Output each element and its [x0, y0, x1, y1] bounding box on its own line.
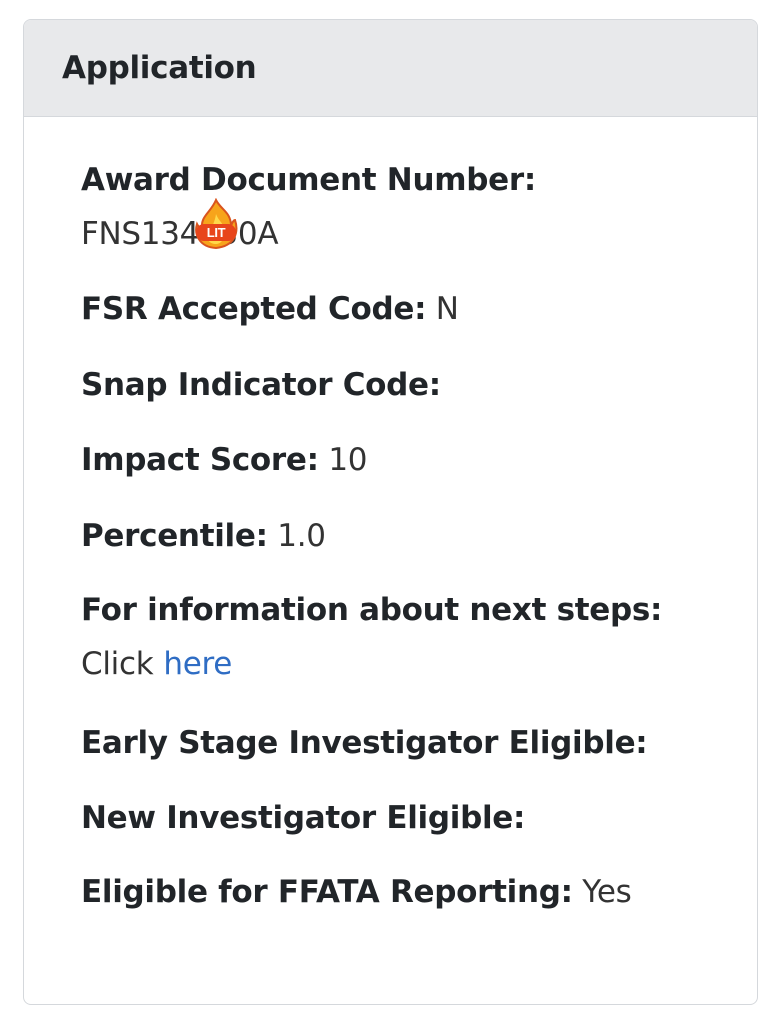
percentile-value: 1.0 [277, 518, 326, 554]
next-steps-field: For information about next steps: Click h… [81, 590, 662, 684]
ffata-reporting-value: Yes [582, 874, 632, 910]
next-steps-line: Click here [81, 644, 662, 684]
next-steps-label: For information about next steps: [81, 592, 663, 628]
percentile-field: Percentile: 1.0 [81, 516, 326, 556]
award-document-number-label: Award Document Number: [81, 162, 536, 198]
impact-score-label: Impact Score: [81, 442, 319, 478]
ffata-reporting-label: Eligible for FFATA Reporting: [81, 874, 573, 910]
ffata-reporting-field: Eligible for FFATA Reporting: Yes [81, 872, 632, 912]
next-steps-prefix: Click [81, 646, 154, 682]
card-header: Application [24, 20, 757, 117]
award-document-number-value: FNS134130A [81, 216, 279, 252]
impact-score-field: Impact Score: 10 [81, 440, 367, 480]
application-card: Application Award Document Number: FNS13… [23, 19, 758, 1005]
fsr-accepted-code-label: FSR Accepted Code: [81, 291, 427, 327]
impact-score-value: 10 [328, 442, 368, 478]
snap-indicator-code-field: Snap Indicator Code: [81, 365, 441, 405]
new-investigator-label: New Investigator Eligible: [81, 800, 526, 836]
award-document-number-value-wrap: FNS134130A LIT [81, 198, 536, 254]
early-stage-investigator-field: Early Stage Investigator Eligible: [81, 723, 648, 763]
next-steps-here-link[interactable]: here [163, 646, 232, 682]
lit-fire-emoji-icon: LIT [195, 198, 238, 250]
percentile-label: Percentile: [81, 518, 268, 554]
early-stage-investigator-label: Early Stage Investigator Eligible: [81, 725, 648, 761]
lit-sticker-text: LIT [207, 225, 226, 240]
snap-indicator-code-label: Snap Indicator Code: [81, 367, 441, 403]
card-title: Application [62, 50, 257, 86]
award-document-number-field: Award Document Number: FNS134130A LIT [81, 160, 536, 254]
fsr-accepted-code-value: N [435, 291, 459, 327]
fsr-accepted-code-field: FSR Accepted Code: N [81, 289, 459, 329]
new-investigator-field: New Investigator Eligible: [81, 798, 525, 838]
